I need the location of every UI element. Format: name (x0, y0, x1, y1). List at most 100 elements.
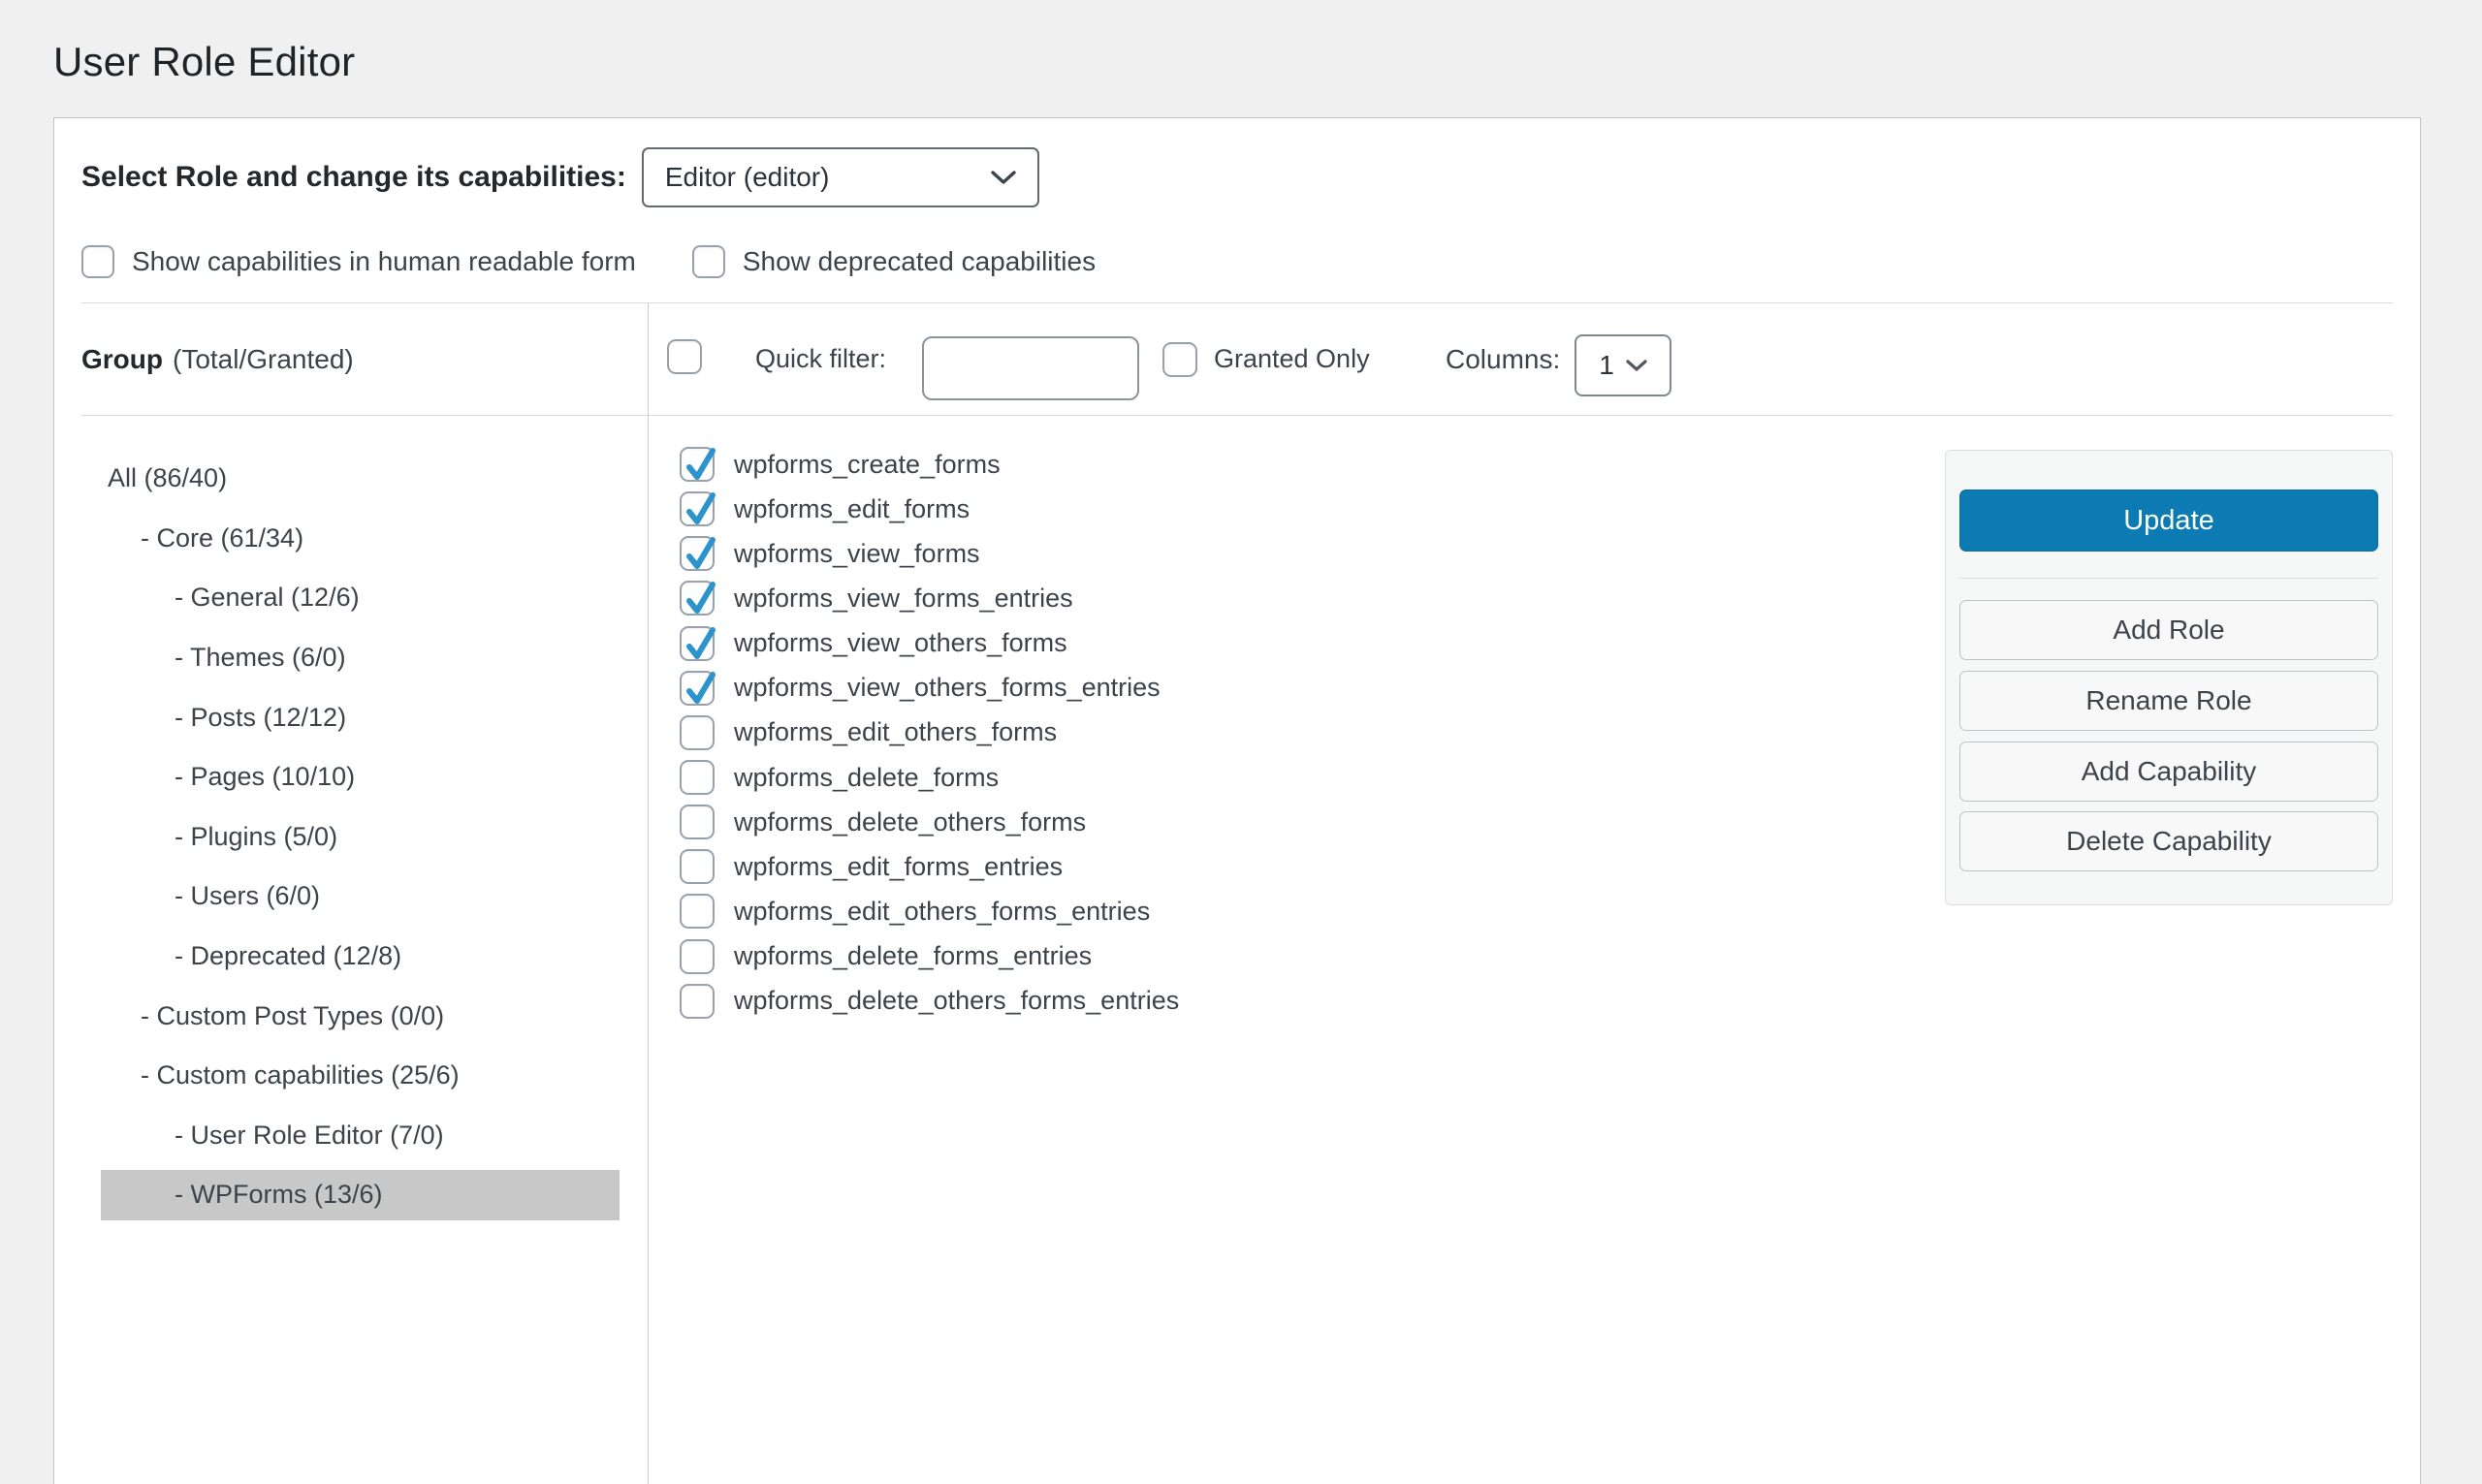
group-tree-item[interactable]: - Users (6/0) (81, 867, 648, 927)
quick-filter-input[interactable] (922, 336, 1139, 400)
capability-label: wpforms_delete_forms_entries (734, 941, 1092, 971)
group-tree-item[interactable]: - WPForms (13/6) (101, 1170, 620, 1221)
capability-row: wpforms_edit_others_forms (680, 710, 1179, 755)
group-tree-item[interactable]: - User Role Editor (7/0) (81, 1106, 648, 1166)
capability-checkbox[interactable] (680, 626, 715, 661)
group-tree-item[interactable]: - Custom Post Types (0/0) (81, 986, 648, 1046)
capability-row: wpforms_view_forms_entries (680, 576, 1179, 620)
user-role-editor-panel: Select Role and change its capabilities:… (53, 117, 2421, 1484)
capability-label: wpforms_edit_forms (734, 494, 970, 524)
capability-checkbox[interactable] (680, 760, 715, 795)
capabilities-list: wpforms_create_forms wpforms_edit_formswp… (680, 442, 1179, 1024)
granted-only-label: Granted Only (1214, 344, 1370, 374)
group-tree-item[interactable]: - Deprecated (12/8) (81, 927, 648, 987)
group-header: Group (Total/Granted) (81, 303, 354, 415)
columns-select[interactable]: 1 (1575, 334, 1671, 396)
capability-checkbox[interactable] (680, 671, 715, 706)
capability-checkbox[interactable] (680, 984, 715, 1019)
deprecated-option: Show deprecated capabilities (692, 245, 1096, 278)
capability-row: wpforms_edit_others_forms_entries (680, 889, 1179, 933)
group-tree-item[interactable]: - Custom capabilities (25/6) (81, 1046, 648, 1106)
group-tree-item[interactable]: - Themes (6/0) (81, 628, 648, 688)
group-tree-item[interactable]: - General (12/6) (81, 568, 648, 628)
capability-checkbox[interactable] (680, 491, 715, 526)
page-title: User Role Editor (53, 39, 355, 85)
capability-checkbox[interactable] (680, 536, 715, 571)
group-tree-item-label: - Users (6/0) (175, 881, 320, 911)
rename-role-button[interactable]: Rename Role (1959, 671, 2378, 731)
capability-row: wpforms_delete_forms_entries (680, 934, 1179, 979)
group-tree-item-label: - Posts (12/12) (175, 703, 346, 733)
quick-filter-label: Quick filter: (755, 303, 886, 415)
display-options-row: Show capabilities in human readable form… (81, 242, 1096, 281)
capability-row: wpforms_edit_forms (680, 487, 1179, 531)
group-tree-item-label: - General (12/6) (175, 583, 360, 613)
capability-label: wpforms_view_others_forms_entries (734, 673, 1161, 703)
update-button[interactable]: Update (1959, 489, 2378, 552)
capability-checkbox[interactable] (680, 939, 715, 974)
role-selector-row: Select Role and change its capabilities:… (81, 147, 1039, 207)
check-icon (682, 441, 718, 484)
capability-label: wpforms_view_forms_entries (734, 584, 1073, 614)
group-tree-item-label: - Custom Post Types (0/0) (141, 1001, 444, 1031)
capability-row: wpforms_edit_forms_entries (680, 844, 1179, 889)
check-icon (682, 665, 718, 708)
group-tree-item-label: - Pages (10/10) (175, 762, 355, 792)
capability-checkbox[interactable] (680, 849, 715, 884)
add-role-button[interactable]: Add Role (1959, 600, 2378, 660)
chevron-down-icon (991, 171, 1016, 185)
capability-label: wpforms_edit_others_forms_entries (734, 897, 1150, 927)
group-tree-item[interactable]: - Plugins (5/0) (81, 807, 648, 868)
group-tree-item-label: - Themes (6/0) (175, 643, 346, 673)
columns-select-value: 1 (1599, 350, 1614, 381)
group-tree-item[interactable]: All (86/40) (81, 449, 648, 509)
group-tree-item[interactable]: - Posts (12/12) (81, 687, 648, 747)
capability-label: wpforms_edit_forms_entries (734, 852, 1063, 882)
capability-label: wpforms_delete_forms (734, 763, 999, 793)
check-icon (682, 620, 718, 663)
group-tree-item-label: - Plugins (5/0) (175, 822, 337, 852)
role-select[interactable]: Editor (editor) (642, 147, 1039, 207)
capability-checkbox[interactable] (680, 894, 715, 929)
chevron-down-icon (1626, 360, 1647, 372)
group-header-rest: (Total/Granted) (173, 344, 354, 375)
role-select-value: Editor (editor) (665, 162, 830, 193)
capability-row: wpforms_delete_forms (680, 755, 1179, 800)
group-tree-item-label: - Core (61/34) (141, 523, 303, 553)
capability-label: wpforms_view_others_forms (734, 628, 1067, 658)
group-tree-item-label: - WPForms (13/6) (175, 1180, 383, 1210)
human-readable-label: Show capabilities in human readable form (132, 246, 636, 277)
capability-label: wpforms_create_forms (734, 450, 1001, 480)
group-tree: All (86/40) - Core (61/34) - General (12/6… (81, 416, 648, 1225)
actions-panel: Update Add Role Rename Role Add Capabili… (1945, 450, 2393, 905)
capability-row: wpforms_view_forms (680, 531, 1179, 576)
capability-label: wpforms_delete_others_forms (734, 807, 1086, 837)
select-all-checkbox[interactable] (667, 339, 702, 374)
deprecated-checkbox[interactable] (692, 245, 725, 278)
column-divider (648, 303, 649, 1484)
granted-only-option: Granted Only (1162, 303, 1370, 415)
delete-capability-button[interactable]: Delete Capability (1959, 811, 2378, 871)
capability-checkbox[interactable] (680, 447, 715, 482)
human-readable-option: Show capabilities in human readable form (81, 245, 636, 278)
group-header-bold: Group (81, 344, 163, 375)
columns-label: Columns: (1446, 303, 1560, 415)
add-capability-button[interactable]: Add Capability (1959, 742, 2378, 802)
capability-label: wpforms_edit_others_forms (734, 717, 1057, 747)
human-readable-checkbox[interactable] (81, 245, 114, 278)
capability-label: wpforms_delete_others_forms_entries (734, 986, 1179, 1016)
list-header-band: Group (Total/Granted) Quick filter: Gran… (81, 302, 2393, 416)
group-tree-item[interactable]: - Core (61/34) (81, 509, 648, 569)
capability-row: wpforms_delete_others_forms (680, 800, 1179, 844)
capability-row: wpforms_delete_others_forms_entries (680, 979, 1179, 1024)
capability-row: wpforms_view_others_forms_entries (680, 666, 1179, 710)
capability-row: wpforms_view_others_forms (680, 621, 1179, 666)
granted-only-checkbox[interactable] (1162, 342, 1197, 377)
capability-checkbox[interactable] (680, 805, 715, 839)
capability-checkbox[interactable] (680, 581, 715, 616)
check-icon (682, 575, 718, 617)
check-icon (682, 486, 718, 528)
group-tree-item-label: All (86/40) (108, 463, 227, 493)
capability-checkbox[interactable] (680, 715, 715, 750)
group-tree-item[interactable]: - Pages (10/10) (81, 747, 648, 807)
